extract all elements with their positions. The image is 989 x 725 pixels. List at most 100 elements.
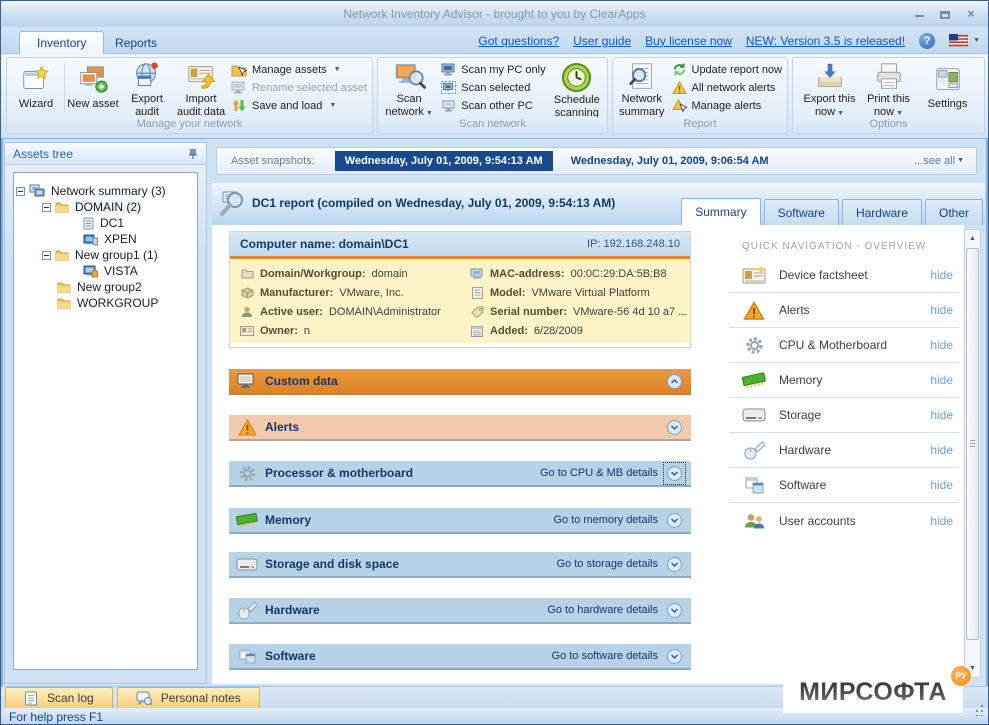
section-link[interactable]: Go to software details (552, 650, 658, 662)
tab-hardware[interactable]: Hardware (842, 199, 922, 225)
scan-network-button[interactable]: Scan network▼ (380, 59, 438, 116)
print-now-button[interactable]: Print this now▼ (859, 59, 918, 116)
hide-link[interactable]: hide (930, 443, 953, 457)
import-audit-data-button[interactable]: Import audit data (174, 59, 228, 116)
hide-link[interactable]: hide (930, 373, 953, 387)
update-report-button[interactable]: Update report now (672, 61, 783, 78)
link-got-questions[interactable]: Got questions? (478, 34, 559, 48)
field-value: 6/28/2009 (534, 325, 583, 337)
scan-other-pc-button[interactable]: Scan other PC (441, 97, 545, 114)
new-asset-button[interactable]: New asset (66, 59, 120, 116)
section-memory[interactable]: Memory Go to memory details (229, 508, 691, 534)
snapshot-selected[interactable]: Wednesday, July 01, 2009, 9:54:13 AM (335, 151, 553, 171)
save-and-load-button[interactable]: Save and load ▼ (231, 97, 367, 114)
network-summary-button[interactable]: Network summary (615, 59, 669, 116)
pin-icon[interactable] (188, 148, 198, 159)
resize-grip[interactable] (974, 704, 984, 716)
section-link[interactable]: Go to CPU & MB details (540, 467, 658, 479)
all-alerts-button[interactable]: All network alerts (672, 79, 783, 96)
quick-nav-item-cpu[interactable]: CPU & Motherboard hide (729, 328, 959, 363)
wizard-button[interactable]: Wizard (9, 59, 63, 116)
scan-my-pc-button[interactable]: Scan my PC only (441, 61, 545, 78)
hide-link[interactable]: hide (930, 408, 953, 422)
field-label: Serial number: (490, 306, 567, 318)
collapse-box-icon[interactable] (16, 187, 25, 196)
quick-nav-item-storage[interactable]: Storage hide (729, 398, 959, 433)
settings-button[interactable]: Settings (918, 59, 977, 116)
link-new-version[interactable]: NEW: Version 3.5 is released! (746, 34, 905, 48)
tab-reports[interactable]: Reports (98, 31, 174, 54)
section-link[interactable]: Go to storage details (556, 558, 658, 570)
log-document-icon (24, 691, 38, 706)
expand-button[interactable] (667, 603, 682, 618)
tab-inventory[interactable]: Inventory (19, 31, 104, 54)
tab-summary[interactable]: Summary (681, 198, 760, 225)
quick-nav-item-device-factsheet[interactable]: Device factsheet hide (729, 258, 959, 293)
quick-nav-item-alerts[interactable]: Alerts hide (729, 293, 959, 328)
tree-node-domain[interactable]: DOMAIN (2) (16, 199, 195, 215)
section-software[interactable]: Software Go to software details (229, 644, 691, 670)
tree-node-dc1[interactable]: DC1 (16, 215, 195, 231)
quick-nav-item-memory[interactable]: Memory hide (729, 363, 959, 398)
help-icon[interactable]: ? (919, 33, 935, 49)
tree-node-workgroup[interactable]: WORKGROUP (16, 295, 195, 311)
section-storage[interactable]: Storage and disk space Go to storage det… (229, 552, 691, 578)
collapse-button[interactable] (667, 374, 682, 389)
manage-assets-button[interactable]: Manage assets ▼ (231, 61, 367, 78)
hide-link[interactable]: hide (930, 514, 953, 528)
scroll-up-icon[interactable]: ▲ (965, 231, 980, 246)
schedule-scanning-button[interactable]: Schedule scanning (549, 59, 605, 116)
maximize-button[interactable] (938, 7, 952, 19)
tree-node-vista[interactable]: VISTA (16, 263, 195, 279)
hide-link[interactable]: hide (930, 303, 953, 317)
expand-button[interactable] (667, 420, 682, 435)
expand-button[interactable] (667, 649, 682, 664)
hide-link[interactable]: hide (930, 338, 953, 352)
quick-nav-item-hardware[interactable]: Hardware hide (729, 433, 959, 468)
section-custom-data[interactable]: Custom data (229, 369, 691, 395)
see-all-button[interactable]: ...see all ▼ (914, 155, 964, 167)
tab-personal-notes[interactable]: Personal notes (117, 687, 260, 708)
quick-nav-item-software[interactable]: Software hide (729, 468, 959, 503)
button-label: Print this now (867, 93, 910, 118)
section-hardware[interactable]: Hardware Go to hardware details (229, 598, 691, 624)
scan-selected-button[interactable]: Scan selected (441, 79, 545, 96)
rename-asset-button[interactable]: Rename selected asset (231, 79, 367, 96)
link-user-guide[interactable]: User guide (573, 34, 631, 48)
section-alerts[interactable]: Alerts (229, 415, 691, 441)
tree-node-network-summary[interactable]: Network summary (3) (16, 183, 195, 199)
tree-node-xpen[interactable]: XPEN (16, 231, 195, 247)
export-now-button[interactable]: Export this now▼ (800, 59, 859, 116)
export-audit-agent-button[interactable]: Export audit agent (120, 59, 174, 116)
tab-other[interactable]: Other (925, 199, 983, 225)
monitor-icon (441, 63, 456, 76)
hide-link[interactable]: hide (930, 478, 953, 492)
expand-button[interactable] (667, 557, 682, 572)
quick-nav-label: Software (779, 478, 826, 492)
section-link[interactable]: Go to memory details (553, 514, 658, 526)
section-processor-motherboard[interactable]: Processor & motherboard Go to CPU & MB d… (229, 461, 691, 487)
hide-link[interactable]: hide (930, 268, 953, 282)
computer-ip: IP: 192.168.248.10 (587, 238, 680, 250)
manage-alerts-button[interactable]: Manage alerts (672, 97, 783, 114)
close-button[interactable]: × (964, 7, 978, 19)
tree-node-new-group1[interactable]: New group1 (1) (16, 247, 195, 263)
group-label-scan: Scan network (379, 117, 606, 132)
tab-scan-log[interactable]: Scan log (5, 687, 113, 708)
section-link[interactable]: Go to hardware details (547, 604, 658, 616)
expand-button[interactable] (667, 513, 682, 528)
language-selector[interactable]: ▼ (949, 34, 980, 47)
tree-node-new-group2[interactable]: New group2 (16, 279, 195, 295)
snapshot-previous[interactable]: Wednesday, July 01, 2009, 9:06:54 AM (571, 155, 769, 167)
quick-nav-item-user-accounts[interactable]: User accounts hide (729, 503, 959, 538)
vertical-scrollbar[interactable]: ▲ ▼ (964, 229, 981, 678)
minimize-button[interactable] (912, 7, 926, 19)
scrollbar-thumb[interactable] (966, 248, 979, 640)
collapse-box-icon[interactable] (42, 203, 51, 212)
collapse-box-icon[interactable] (42, 251, 51, 260)
tab-software[interactable]: Software (764, 199, 839, 225)
link-buy-license[interactable]: Buy license now (645, 34, 732, 48)
expand-button[interactable] (667, 466, 682, 481)
scan-small-buttons: Scan my PC only Scan selected Scan other… (438, 59, 548, 116)
section-title: Software (265, 649, 316, 663)
